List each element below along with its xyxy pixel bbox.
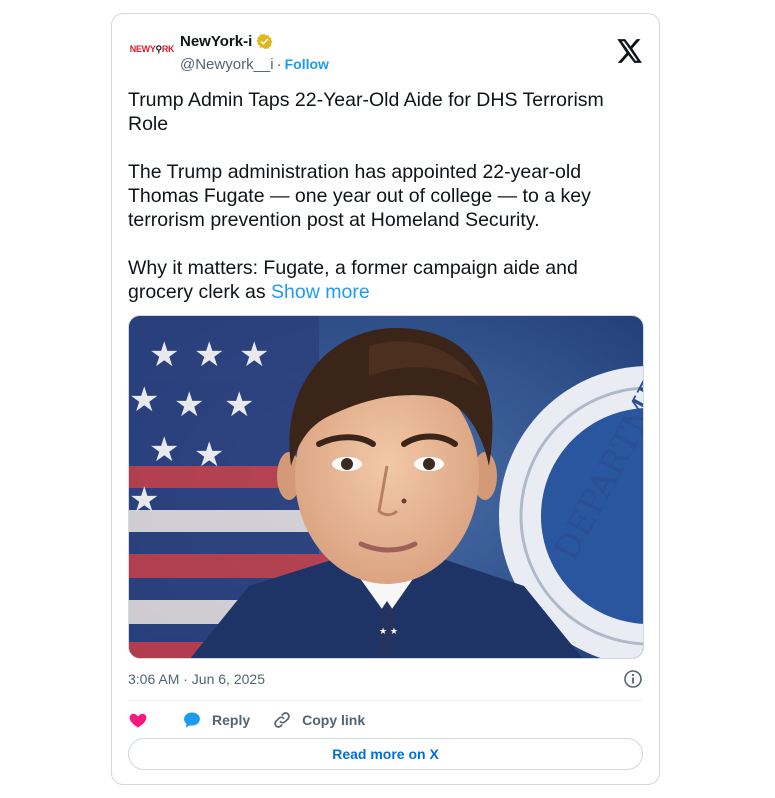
- svg-text:★: ★: [149, 430, 179, 470]
- follow-button[interactable]: Follow: [285, 56, 329, 72]
- read-more-label: Read more on X: [332, 746, 439, 762]
- link-icon: [274, 712, 290, 728]
- heart-icon: [129, 713, 147, 728]
- tweet-text: Trump Admin Taps 22-Year-Old Aide for DH…: [128, 88, 638, 304]
- svg-text:★: ★: [129, 380, 159, 420]
- divider: [128, 700, 643, 701]
- display-name[interactable]: NewYork-i: [180, 33, 252, 50]
- avatar[interactable]: NEWY⚲RK: [128, 41, 176, 57]
- copy-link-button[interactable]: Copy link: [272, 710, 365, 730]
- tweet-paragraph-1: The Trump administration has appointed 2…: [128, 161, 597, 231]
- author-info: NewYork-i @Newyork__i · Follow: [180, 31, 329, 74]
- show-more-link[interactable]: Show more: [271, 281, 370, 303]
- handle[interactable]: @Newyork__i: [180, 56, 274, 73]
- svg-text:★: ★: [239, 335, 269, 375]
- svg-text:★: ★: [149, 335, 179, 375]
- reply-bubble-icon: [184, 712, 200, 728]
- svg-text:★: ★: [224, 385, 254, 425]
- tweet-photo[interactable]: ★ ★ ★ ★ ★ ★ ★ ★ ★ DEPARTME ★ ★: [128, 315, 644, 659]
- portrait-image: ★ ★ ★ ★ ★ ★ ★ ★ ★ DEPARTME ★ ★: [129, 316, 643, 658]
- svg-text:★: ★: [194, 335, 224, 375]
- avatar-logo-text: NEWY⚲RK: [129, 43, 175, 54]
- svg-text:★ ★: ★ ★: [379, 627, 398, 637]
- svg-text:★: ★: [129, 480, 159, 520]
- svg-text:★: ★: [174, 385, 204, 425]
- timestamp[interactable]: 3:06 AM · Jun 6, 2025: [128, 671, 265, 687]
- read-more-button[interactable]: Read more on X: [128, 738, 643, 770]
- copy-link-label: Copy link: [302, 712, 366, 728]
- verified-gold-badge-icon: [256, 33, 273, 49]
- tweet-title: Trump Admin Taps 22-Year-Old Aide for DH…: [128, 89, 610, 135]
- info-icon[interactable]: [623, 669, 643, 689]
- timestamp-row: 3:06 AM · Jun 6, 2025: [128, 668, 643, 690]
- separator: ·: [276, 55, 282, 73]
- x-logo-icon[interactable]: [617, 39, 643, 63]
- svg-text:★: ★: [194, 435, 224, 475]
- reply-button[interactable]: Reply: [182, 710, 250, 730]
- tweet-header: NEWY⚲RK NewYork-i @Newyork__i · Follow: [128, 31, 643, 75]
- tweet-card: NEWY⚲RK NewYork-i @Newyork__i · Follow T…: [111, 13, 660, 785]
- like-button[interactable]: [128, 710, 148, 730]
- reply-label: Reply: [212, 712, 251, 728]
- action-bar: Reply Copy link: [128, 708, 387, 732]
